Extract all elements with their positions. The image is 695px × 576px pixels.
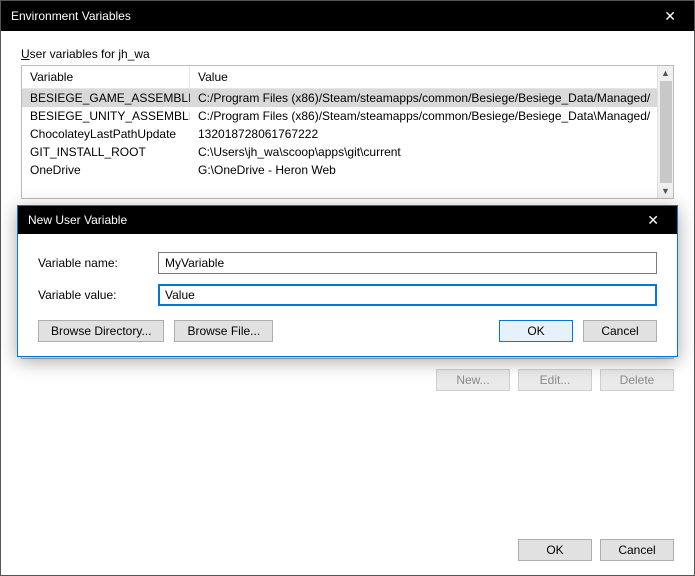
browse-file-button[interactable]: Browse File... <box>174 320 273 342</box>
close-icon[interactable]: ✕ <box>656 8 684 25</box>
close-icon[interactable]: ✕ <box>639 212 667 229</box>
variable-name-input[interactable] <box>158 252 657 274</box>
user-vars-list[interactable]: Variable Value BESIEGE_GAME_ASSEMBLIES C… <box>21 65 674 199</box>
table-row[interactable]: ChocolateyLastPathUpdate 132018728061767… <box>22 125 673 143</box>
variable-value-label: Variable value: <box>38 288 158 302</box>
env-vars-window: Environment Variables ✕ User variables f… <box>0 0 695 576</box>
new-user-variable-dialog: New User Variable ✕ Variable name: Varia… <box>17 205 678 357</box>
header-value[interactable]: Value <box>190 66 673 88</box>
table-row[interactable]: BESIEGE_GAME_ASSEMBLIES C:/Program Files… <box>22 89 673 107</box>
dialog-titlebar: New User Variable ✕ <box>18 206 677 234</box>
list-header: Variable Value <box>22 66 673 89</box>
dialog-title: New User Variable <box>28 213 127 227</box>
browse-directory-button[interactable]: Browse Directory... <box>38 320 164 342</box>
delete-button[interactable]: Delete <box>600 369 674 391</box>
window-title: Environment Variables <box>11 9 131 23</box>
chevron-up-icon[interactable]: ▲ <box>659 66 672 80</box>
header-variable[interactable]: Variable <box>22 66 190 88</box>
variable-value-input[interactable] <box>158 284 657 306</box>
edit-button[interactable]: Edit... <box>518 369 592 391</box>
table-row[interactable]: BESIEGE_UNITY_ASSEMBLIES C:/Program File… <box>22 107 673 125</box>
scrollbar[interactable]: ▲ ▼ <box>657 66 673 198</box>
chevron-down-icon[interactable]: ▼ <box>659 184 672 198</box>
user-rows: BESIEGE_GAME_ASSEMBLIES C:/Program Files… <box>22 89 673 179</box>
scrollbar-thumb[interactable] <box>660 81 672 183</box>
ok-button[interactable]: OK <box>518 539 592 561</box>
new-button[interactable]: New... <box>436 369 510 391</box>
variable-name-label: Variable name: <box>38 256 158 270</box>
cancel-button[interactable]: Cancel <box>600 539 674 561</box>
window-footer: OK Cancel <box>1 529 694 575</box>
dialog-body: Variable name: Variable value: Browse Di… <box>18 234 677 356</box>
system-buttons: New... Edit... Delete <box>21 369 674 391</box>
ok-button[interactable]: OK <box>499 320 573 342</box>
table-row[interactable]: OneDrive G:\OneDrive - Heron Web <box>22 161 673 179</box>
cancel-button[interactable]: Cancel <box>583 320 657 342</box>
dialog-buttons: Browse Directory... Browse File... OK Ca… <box>38 320 657 342</box>
table-row[interactable]: GIT_INSTALL_ROOT C:\Users\jh_wa\scoop\ap… <box>22 143 673 161</box>
window-titlebar: Environment Variables ✕ <box>1 1 694 31</box>
user-vars-label: User variables for jh_wa <box>21 47 674 61</box>
